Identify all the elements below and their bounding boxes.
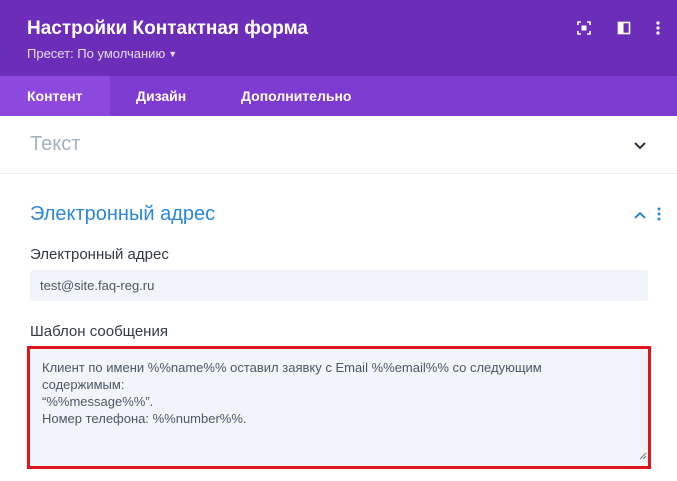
fullscreen-icon[interactable] <box>576 20 592 36</box>
section-text-toggle[interactable]: Текст <box>0 116 677 174</box>
resize-handle-icon[interactable] <box>639 447 647 465</box>
preset-label: Пресет: По умолчанию <box>27 46 166 61</box>
section-email-toggle[interactable]: Электронный адрес <box>0 200 677 232</box>
tab-design[interactable]: Дизайн <box>136 76 186 116</box>
more-vertical-icon[interactable] <box>650 20 666 36</box>
email-field[interactable] <box>30 270 648 301</box>
email-field-label: Электронный адрес <box>30 246 169 263</box>
tab-content[interactable]: Контент <box>0 76 110 116</box>
section-email-title: Электронный адрес <box>30 203 216 225</box>
settings-title: Настройки Контактная форма <box>27 18 309 39</box>
preset-selector[interactable]: Пресет: По умолчанию ▼ <box>27 46 177 61</box>
caret-down-icon: ▼ <box>168 49 178 59</box>
tab-advanced[interactable]: Дополнительно <box>241 76 351 116</box>
section-text-title: Текст <box>30 133 81 155</box>
split-view-icon[interactable] <box>616 20 632 36</box>
message-template-highlight: Клиент по имени %%name%% оставил заявку … <box>27 346 651 469</box>
chevron-down-icon <box>633 138 647 156</box>
section-options-icon[interactable] <box>656 206 662 227</box>
chevron-up-icon <box>633 207 647 225</box>
settings-tabs: Контент Дизайн Дополнительно <box>0 76 677 116</box>
settings-header: Настройки Контактная форма Пресет: По ум… <box>0 0 677 76</box>
message-template-label: Шаблон сообщения <box>30 323 168 340</box>
message-template-field[interactable]: Клиент по имени %%name%% оставил заявку … <box>30 349 648 466</box>
